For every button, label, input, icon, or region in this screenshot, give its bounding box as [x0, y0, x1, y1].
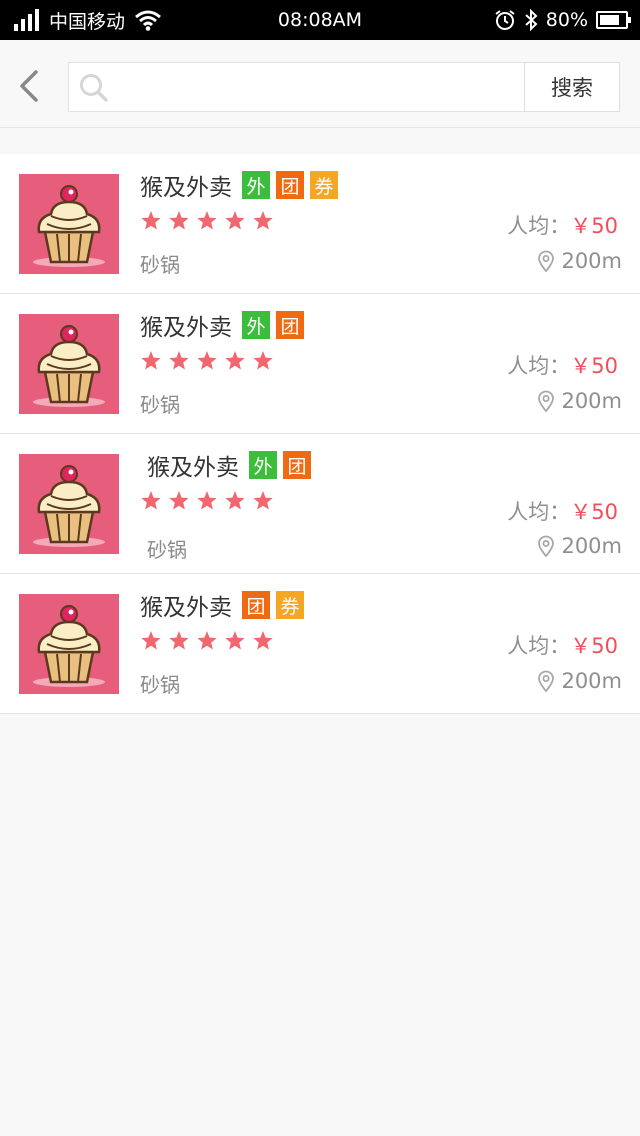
star-icon	[253, 211, 273, 230]
tag-badge: 团	[283, 451, 311, 479]
star-icon	[141, 351, 161, 370]
carrier-name: 中国移动	[49, 10, 126, 33]
distance-text: 200m	[561, 389, 622, 413]
search-button[interactable]: 搜索	[524, 62, 620, 112]
average-price: 人均：￥50	[507, 210, 618, 240]
star-icon	[141, 631, 161, 650]
name-row: 猴及外卖 外团券	[140, 168, 344, 202]
restaurant-category: 砂锅	[140, 393, 180, 417]
distance-text: 200m	[561, 249, 622, 273]
signal-icon	[14, 9, 39, 31]
list-item[interactable]: 猴及外卖 外团 砂锅 人均：￥50 200m	[0, 294, 640, 434]
name-row: 猴及外卖 外团	[147, 448, 317, 482]
star-icon	[141, 211, 161, 230]
star-icon	[225, 211, 245, 230]
star-icon	[141, 491, 161, 510]
search-icon	[80, 74, 108, 102]
star-icon	[225, 631, 245, 650]
rating-stars	[140, 350, 274, 372]
alarm-icon	[495, 10, 515, 30]
star-icon	[197, 491, 217, 510]
restaurant-category: 砂锅	[140, 673, 180, 697]
restaurant-category: 砂锅	[147, 538, 187, 562]
tag-group: 外团券	[242, 171, 344, 199]
search-input[interactable]	[115, 69, 515, 105]
restaurant-name: 猴及外卖	[147, 455, 239, 481]
tag-badge: 团	[276, 311, 304, 339]
wifi-icon	[135, 10, 161, 31]
tag-badge: 外	[249, 451, 277, 479]
cupcake-icon	[19, 594, 119, 694]
tag-badge: 外	[242, 171, 270, 199]
location-pin-icon	[538, 250, 555, 272]
star-icon	[225, 351, 245, 370]
price-amount: ￥50	[570, 214, 618, 238]
star-icon	[197, 211, 217, 230]
cupcake-icon	[19, 454, 119, 554]
price-amount: ￥50	[570, 634, 618, 658]
tag-group: 团券	[242, 591, 310, 619]
price-amount: ￥50	[570, 500, 618, 524]
battery-icon	[596, 11, 631, 29]
tag-badge: 外	[242, 311, 270, 339]
name-row: 猴及外卖 外团	[140, 308, 310, 342]
distance: 200m	[537, 669, 622, 693]
location-pin-icon	[538, 535, 555, 557]
rating-stars	[140, 490, 274, 512]
location-pin-icon	[538, 390, 555, 412]
star-icon	[225, 491, 245, 510]
bluetooth-icon	[525, 9, 538, 31]
rating-stars	[140, 210, 274, 232]
tag-badge: 团	[242, 591, 270, 619]
star-icon	[169, 211, 189, 230]
search-header: 搜索	[0, 40, 640, 128]
status-left: 中国移动	[14, 0, 161, 40]
cupcake-icon	[19, 314, 119, 414]
distance-text: 200m	[561, 534, 622, 558]
tag-group: 外团	[249, 451, 317, 479]
battery-percent: 80%	[545, 9, 588, 31]
search-box: 搜索	[68, 62, 620, 112]
name-row: 猴及外卖 团券	[140, 588, 310, 622]
distance: 200m	[537, 249, 622, 273]
price-amount: ￥50	[570, 354, 618, 378]
list-item[interactable]: 猴及外卖 外团券 砂锅 人均：￥50 200m	[0, 154, 640, 294]
tag-badge: 团	[276, 171, 304, 199]
restaurant-list: 猴及外卖 外团券 砂锅 人均：￥50 200m 猴及外卖 外 团 砂锅 人均：￥…	[0, 154, 640, 714]
tag-badge: 券	[276, 591, 304, 619]
chevron-left-icon[interactable]	[14, 68, 44, 104]
price-label: 人均：	[507, 354, 571, 378]
restaurant-name: 猴及外卖	[140, 595, 232, 621]
average-price: 人均：￥50	[507, 630, 618, 660]
star-icon	[253, 351, 273, 370]
distance: 200m	[537, 389, 622, 413]
tag-badge: 券	[310, 171, 338, 199]
star-icon	[169, 631, 189, 650]
average-price: 人均：￥50	[507, 496, 618, 526]
star-icon	[169, 491, 189, 510]
price-label: 人均：	[507, 500, 571, 524]
price-label: 人均：	[507, 634, 571, 658]
restaurant-name: 猴及外卖	[140, 175, 232, 201]
cupcake-icon	[19, 174, 119, 274]
star-icon	[169, 351, 189, 370]
price-label: 人均：	[507, 214, 571, 238]
status-bar: 中国移动 08:08AM 80%	[0, 0, 640, 40]
list-item[interactable]: 猴及外卖 外团 砂锅 人均：￥50 200m	[0, 434, 640, 574]
star-icon	[197, 631, 217, 650]
list-item[interactable]: 猴及外卖 团券 砂锅 人均：￥50 200m	[0, 574, 640, 714]
average-price: 人均：￥50	[507, 350, 618, 380]
status-right: 80%	[494, 0, 631, 40]
tag-group: 外团	[242, 311, 310, 339]
star-icon	[253, 631, 273, 650]
distance-text: 200m	[561, 669, 622, 693]
location-pin-icon	[538, 670, 555, 692]
star-icon	[197, 351, 217, 370]
star-icon	[253, 491, 273, 510]
distance: 200m	[537, 534, 622, 558]
rating-stars	[140, 630, 274, 652]
restaurant-name: 猴及外卖	[140, 315, 232, 341]
restaurant-category: 砂锅	[140, 253, 180, 277]
